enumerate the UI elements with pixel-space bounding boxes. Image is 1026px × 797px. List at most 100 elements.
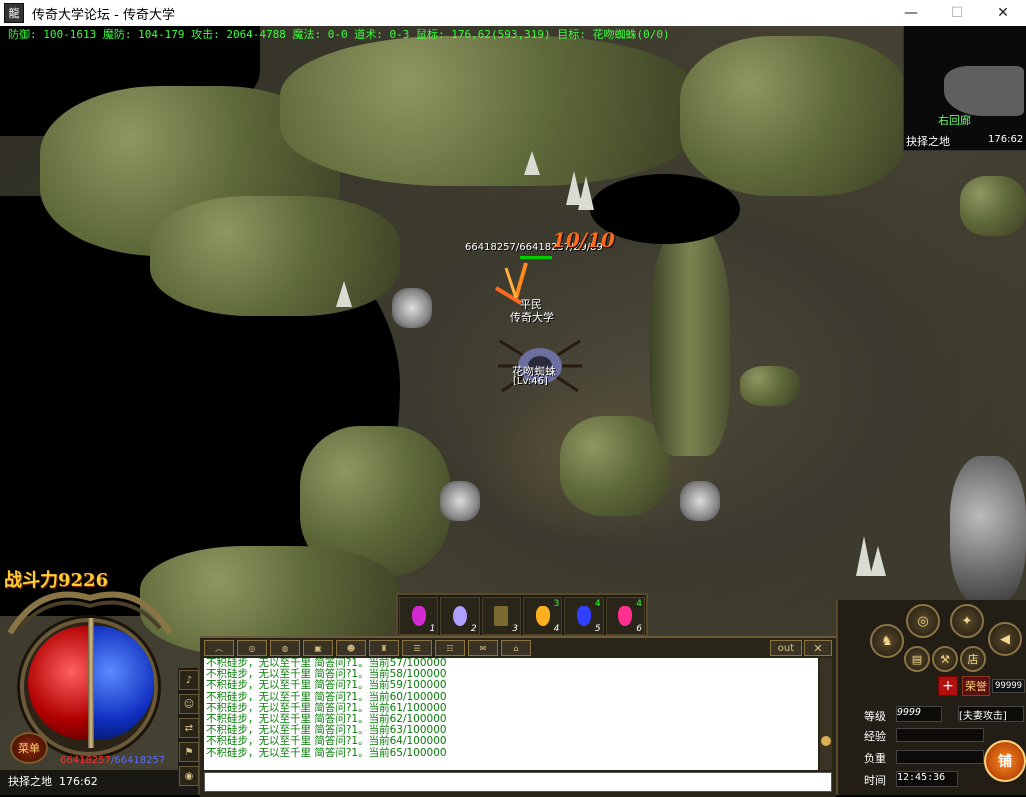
scroll-icon: [452, 606, 467, 626]
slot-number: 5: [594, 624, 601, 634]
slot-number: 4: [553, 624, 560, 634]
window-title: 传奇大学论坛 - 传奇大学: [32, 7, 175, 23]
volume-icon[interactable]: ◀: [988, 622, 1022, 656]
chat-filter-guild-icon[interactable]: ♜: [369, 640, 399, 656]
character-icon[interactable]: ♞: [870, 624, 904, 658]
red-potion-icon: [618, 606, 633, 626]
damage-number: 10/10: [552, 228, 615, 252]
location-text: 抉择之地 176:62: [8, 773, 98, 789]
hotbar-slot[interactable]: 3 4: [522, 597, 563, 635]
hotbar-slot[interactable]: 4 5: [564, 597, 604, 635]
location-coords: 176:62: [59, 775, 98, 788]
cave-rock: [560, 416, 670, 516]
slot-number: 3: [512, 624, 518, 634]
minimap-map-name: 抉择之地: [906, 135, 950, 148]
hotbar-slot[interactable]: 4 6: [605, 597, 645, 635]
shop-icon[interactable]: 店: [960, 646, 986, 672]
attack-mode[interactable]: [夫妻攻击]: [958, 706, 1024, 722]
player-guild: 传奇大学: [510, 311, 554, 324]
sound-icon[interactable]: ♪: [179, 670, 199, 690]
character-stats: 防御: 100-1613 魔防: 104-179 攻击: 2064-4788 魔…: [8, 28, 670, 41]
guild-icon[interactable]: ⚑: [179, 742, 199, 762]
maximize-button[interactable]: ☐: [934, 0, 980, 26]
gold-potion-icon: [535, 606, 550, 626]
slot-count: 3: [553, 599, 560, 609]
status-panel: ◎ ✦ ◀ ♞ ▤ ⚒ 店 + 荣誉 99999 等级 9999 [夫妻攻击] …: [836, 600, 1026, 795]
chat-home-icon[interactable]: ⌂: [501, 640, 531, 656]
weight-bar: [896, 750, 984, 764]
chat-emote-icon[interactable]: ✉: [468, 640, 498, 656]
chat-line: 不积硅步，无以至千里 简答问?1。当前64/100000: [206, 735, 447, 748]
item-hotbar: 1 2 3 3 4 4 5 4 6: [396, 593, 648, 637]
minimap[interactable]: 右回廊 抉择之地 176:62: [903, 26, 1026, 151]
exp-label: 经验: [864, 730, 886, 743]
crystal: [524, 151, 540, 175]
chat-close-button[interactable]: ✕: [804, 640, 832, 656]
blue-potion-icon: [576, 606, 591, 626]
cave-rock: [740, 366, 800, 406]
monster-level: [Lv:46]: [513, 376, 548, 387]
stone-pillar: [650, 226, 730, 456]
hp-mp-orb: 菜单 66418257/66418257: [0, 578, 178, 769]
honor-label: 荣誉: [962, 676, 990, 696]
weight-label: 负重: [864, 752, 886, 765]
menu-button[interactable]: 菜单: [10, 732, 48, 764]
chat-filter-all-icon[interactable]: ◎: [237, 640, 267, 656]
group-icon[interactable]: ☺: [179, 694, 199, 714]
chat-panel: ︿ ◎ ◍ ▣ ☻ ♜ ☰ ☷ ✉ ⌂ out ✕ 不积硅步，无以至千里 简答问…: [200, 636, 836, 797]
hotbar-slot[interactable]: 1: [399, 597, 439, 635]
hp-value: 66418257: [60, 755, 111, 766]
mp-value: /66418257: [110, 755, 166, 766]
minimap-terrain: [944, 66, 1024, 116]
cave-rock: [150, 196, 400, 316]
location-map: 抉择之地: [8, 775, 52, 788]
rank-icon[interactable]: ✦: [950, 604, 984, 638]
orb-divider: [88, 618, 94, 748]
collapse-icon[interactable]: ︿: [204, 640, 234, 656]
slot-count: 4: [636, 599, 642, 609]
bone-pile: [392, 288, 432, 328]
chat-filter-public-icon[interactable]: ◍: [270, 640, 300, 656]
chat-line: 不积硅步，无以至千里 简答问?1。当前65/100000: [206, 746, 447, 759]
cave-rock: [680, 36, 910, 196]
level-value: 9999: [896, 706, 942, 722]
chat-scrollbar[interactable]: [820, 658, 832, 770]
hotbar-slot[interactable]: 2: [440, 597, 480, 635]
chat-filter-private-icon[interactable]: ▣: [303, 640, 333, 656]
crystal: [870, 546, 886, 576]
cave-rock: [950, 456, 1026, 606]
minimize-button[interactable]: —: [888, 0, 934, 26]
chat-out-button[interactable]: out: [770, 640, 802, 656]
hotbar-slot[interactable]: 3: [481, 597, 521, 635]
chat-log[interactable]: 不积硅步，无以至千里 简答问?1。当前57/100000 不积硅步，无以至千里 …: [204, 658, 818, 770]
time-value: 12:45:36: [896, 771, 958, 787]
broadcast-icon[interactable]: ◉: [179, 766, 199, 786]
store-button[interactable]: 铺: [984, 740, 1026, 782]
bone-pile: [440, 481, 480, 521]
honor-row: + 荣誉 99999: [938, 676, 1026, 696]
time-label: 时间: [864, 774, 886, 787]
chat-filter-group-icon[interactable]: ☻: [336, 640, 366, 656]
chat-filter-system-icon[interactable]: ☷: [435, 640, 465, 656]
bag-icon[interactable]: ▤: [904, 646, 930, 672]
side-toolbar: ♪ ☺ ⇄ ⚑ ◉: [178, 668, 199, 795]
level-label: 等级: [864, 710, 886, 723]
crystal: [578, 176, 594, 210]
crystal: [336, 281, 352, 307]
cave-rock: [280, 36, 700, 186]
honor-value: 99999: [992, 679, 1026, 693]
exp-bar: [896, 728, 984, 742]
settings-icon[interactable]: ⚒: [932, 646, 958, 672]
chat-filter-shout-icon[interactable]: ☰: [402, 640, 432, 656]
scroll-thumb[interactable]: [821, 736, 831, 746]
chat-line: 不积硅步，无以至千里 简答问?1。当前59/100000: [206, 679, 447, 692]
chat-input[interactable]: [204, 772, 832, 792]
skill-icon[interactable]: ◎: [906, 604, 940, 638]
app-icon: 龍: [4, 3, 24, 23]
slot-number: 2: [470, 624, 477, 634]
trade-icon[interactable]: ⇄: [179, 718, 199, 738]
window-titlebar: 龍 传奇大学论坛 - 传奇大学 — ☐ ✕: [0, 0, 1026, 27]
add-honor-button[interactable]: +: [938, 676, 958, 696]
slot-number: 1: [429, 624, 436, 634]
close-button[interactable]: ✕: [980, 0, 1026, 26]
